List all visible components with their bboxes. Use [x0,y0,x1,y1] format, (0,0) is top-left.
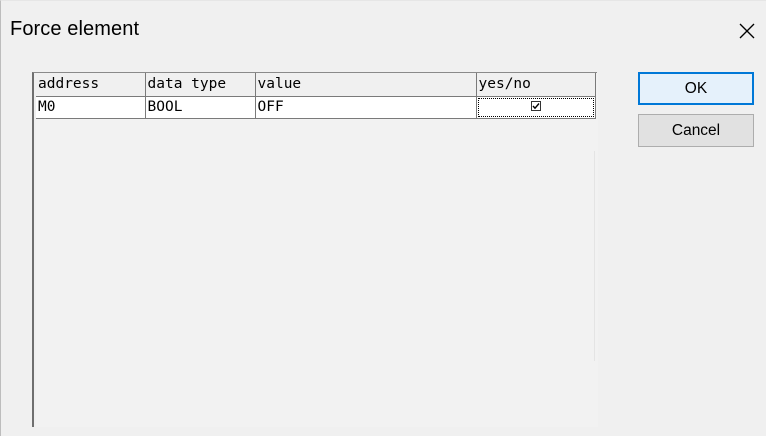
dialog-title: Force element [10,18,140,40]
column-header-data-type[interactable]: data type [145,73,256,97]
cancel-button[interactable]: Cancel [638,114,754,147]
table-row[interactable]: M0 BOOL OFF [36,96,596,119]
force-element-grid[interactable]: address data type value yes/no M0 BOOL O… [32,72,598,427]
grid-table: address data type value yes/no M0 BOOL O… [36,73,596,119]
ok-button[interactable]: OK [638,72,754,105]
column-header-address[interactable]: address [36,73,146,97]
grid-header-row: address data type value yes/no [36,73,596,97]
yes-no-checkbox[interactable] [530,100,541,111]
cell-data-type[interactable]: BOOL [145,96,256,119]
title-bar: Force element [1,1,766,51]
close-icon [739,23,755,39]
grid-body: address data type value yes/no M0 BOOL O… [36,73,598,427]
column-header-value[interactable]: value [255,73,477,97]
column-header-yes-no[interactable]: yes/no [476,73,596,97]
divider [594,151,595,361]
close-button[interactable] [729,13,765,49]
cell-yes-no[interactable] [476,96,596,119]
force-element-dialog: Force element address data type value ye… [0,0,766,436]
cell-address[interactable]: M0 [36,96,146,119]
cell-value[interactable]: OFF [255,96,477,119]
checkmark-icon [531,102,540,109]
